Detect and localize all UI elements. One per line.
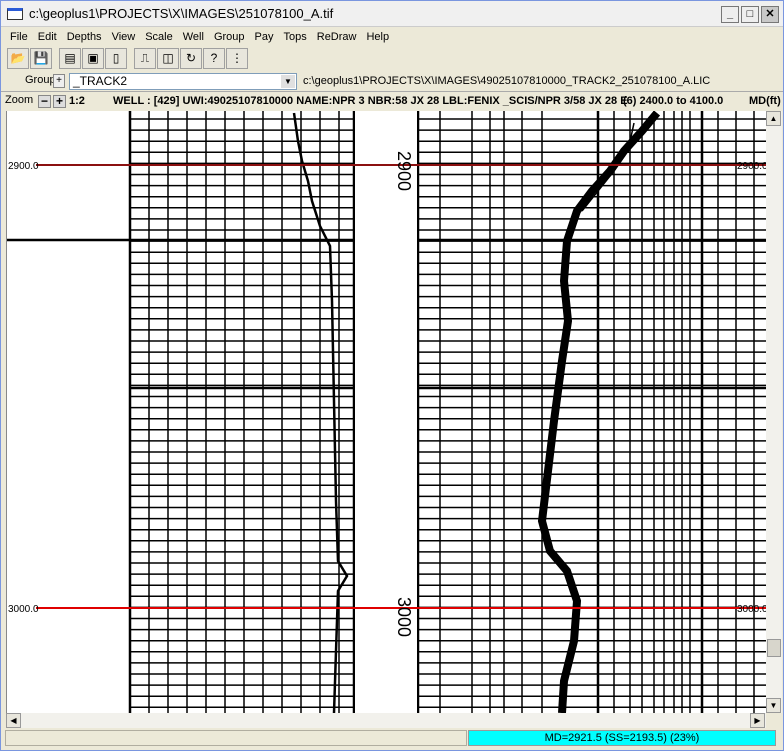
zoom-ratio: 1:2 bbox=[69, 95, 85, 107]
curve-icon[interactable]: ⎍ bbox=[134, 47, 156, 69]
scroll-left-icon[interactable]: ◀ bbox=[6, 713, 21, 728]
app-icon bbox=[7, 7, 23, 20]
status-bar: MD=2921.5 (SS=2193.5) (23%) bbox=[1, 729, 783, 747]
depth-marker-label-left: 2900.0 bbox=[8, 161, 39, 172]
scroll-right-icon[interactable]: ▶ bbox=[750, 713, 765, 728]
well-info: WELL : [429] UWI:49025107810000 NAME:NPR… bbox=[113, 95, 628, 107]
help-query-icon[interactable]: ? bbox=[203, 47, 225, 69]
open-folder-icon[interactable]: 📂 bbox=[7, 47, 29, 69]
file-path: c:\geoplus1\PROJECTS\X\IMAGES\4902510781… bbox=[303, 75, 711, 87]
minimize-button[interactable]: _ bbox=[721, 6, 739, 23]
track-columns-icon[interactable]: ▯ bbox=[105, 47, 127, 69]
scale-bar-icon[interactable]: ⋮ bbox=[226, 47, 248, 69]
scroll-down-icon[interactable]: ▼ bbox=[766, 698, 781, 713]
depth-marker-label-right: 2900.0 bbox=[737, 161, 766, 172]
menu-scale[interactable]: Scale bbox=[140, 31, 178, 43]
group-row: Group + _TRACK2 ▼ c:\geoplus1\PROJECTS\X\… bbox=[1, 71, 783, 91]
chevron-down-icon[interactable]: ▼ bbox=[281, 75, 295, 88]
menu-edit[interactable]: Edit bbox=[33, 31, 62, 43]
status-position: MD=2921.5 (SS=2193.5) (23%) bbox=[468, 730, 776, 746]
refresh-icon[interactable]: ↻ bbox=[180, 47, 202, 69]
group-select-value: _TRACK2 bbox=[73, 74, 128, 88]
log-depth-label: 3000 bbox=[394, 597, 414, 637]
zoom-row: Zoom − + 1:2 WELL : [429] UWI:4902510781… bbox=[1, 91, 783, 110]
group-label: Group bbox=[25, 74, 56, 86]
track-border-icon[interactable]: ▣ bbox=[82, 47, 104, 69]
depth-marker-label-left: 3000.0 bbox=[8, 604, 39, 615]
menu-tops[interactable]: Tops bbox=[279, 31, 312, 43]
depth-marker-label-right: 3000.0 bbox=[737, 604, 766, 615]
menu-group[interactable]: Group bbox=[209, 31, 250, 43]
close-button[interactable]: ✕ bbox=[761, 6, 779, 23]
application-window: c:\geoplus1\PROJECTS\X\IMAGES\251078100_… bbox=[0, 0, 784, 751]
group-select[interactable]: _TRACK2 ▼ bbox=[69, 73, 297, 90]
menu-depths[interactable]: Depths bbox=[62, 31, 107, 43]
menu-well[interactable]: Well bbox=[178, 31, 209, 43]
menu-bar: File Edit Depths View Scale Well Group Pay Tops R… bbox=[1, 27, 783, 46]
toolbar: 📂 💾 ▤ ▣ ▯ ⎍ ◫ ↻? ⋮ bbox=[7, 47, 248, 69]
zoom-in-button[interactable]: + bbox=[53, 95, 66, 108]
depth-unit: MD(ft) bbox=[749, 95, 781, 107]
depth-range: (6) 2400.0 to 4100.0 bbox=[623, 95, 724, 107]
menu-file[interactable]: File bbox=[5, 31, 33, 43]
zoom-out-button[interactable]: − bbox=[38, 95, 51, 108]
vertical-scrollbar[interactable]: ▲ ▼ bbox=[766, 111, 782, 713]
save-icon[interactable]: 💾 bbox=[30, 47, 52, 69]
maximize-button[interactable]: □ bbox=[741, 6, 759, 23]
scroll-up-icon[interactable]: ▲ bbox=[766, 111, 781, 126]
menu-redraw[interactable]: ReDraw bbox=[312, 31, 362, 43]
log-curve-right bbox=[537, 111, 661, 713]
menu-help[interactable]: Help bbox=[361, 31, 394, 43]
log-image: 2900.0 2900.0 3000.0 3000.0 2900 3000 bbox=[7, 111, 766, 713]
menu-pay[interactable]: Pay bbox=[250, 31, 279, 43]
horizontal-scrollbar[interactable]: ◀ ▶ bbox=[6, 713, 766, 728]
vertical-scroll-thumb[interactable] bbox=[767, 639, 781, 657]
track-layout-icon[interactable]: ▤ bbox=[59, 47, 81, 69]
status-left bbox=[5, 730, 467, 746]
menu-view[interactable]: View bbox=[107, 31, 141, 43]
track-split-icon[interactable]: ◫ bbox=[157, 47, 179, 69]
zoom-label: Zoom bbox=[5, 94, 34, 106]
window-title: c:\geoplus1\PROJECTS\X\IMAGES\251078100_… bbox=[29, 6, 334, 21]
group-add-button[interactable]: + bbox=[53, 74, 65, 88]
log-image-canvas[interactable]: 2900.0 2900.0 3000.0 3000.0 2900 3000 bbox=[6, 111, 766, 713]
log-depth-label: 2900 bbox=[394, 151, 414, 191]
title-bar: c:\geoplus1\PROJECTS\X\IMAGES\251078100_… bbox=[1, 1, 783, 27]
